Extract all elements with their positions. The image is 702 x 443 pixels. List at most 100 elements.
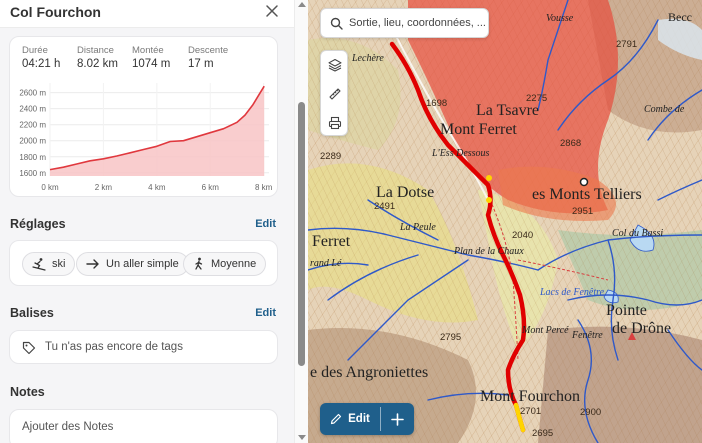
chip-activity[interactable]: ski bbox=[22, 252, 76, 276]
stat-label: Durée bbox=[22, 45, 48, 56]
map-label: 2795 bbox=[440, 332, 462, 343]
settings-edit-link[interactable]: Edit bbox=[255, 218, 276, 230]
print-icon bbox=[328, 116, 342, 130]
panel-header: Col Fourchon bbox=[0, 0, 294, 28]
map-label: 2275 bbox=[526, 93, 548, 104]
notes-placeholder: Ajouter des Notes bbox=[22, 421, 114, 433]
map-label: 2701 bbox=[520, 406, 542, 417]
panel-scrollbar[interactable] bbox=[294, 0, 308, 443]
stat-value: 17 m bbox=[188, 58, 214, 70]
route-title: Col Fourchon bbox=[10, 4, 101, 20]
map-label: e des Angroniettes bbox=[310, 364, 429, 381]
map-label: Ferret bbox=[312, 233, 351, 250]
map-label: 2951 bbox=[572, 206, 594, 217]
tags-placeholder: Tu n'as pas encore de tags bbox=[45, 341, 183, 353]
elevation-chart: 1600 m 1800 m 2000 m 2200 m 2400 m 2600 m 0 km… bbox=[19, 83, 273, 192]
search-placeholder: Sortie, lieu, coordonnées, ... bbox=[349, 17, 486, 29]
edit-label: Edit bbox=[348, 413, 370, 425]
plus-icon bbox=[391, 412, 404, 426]
map-label: es Monts Telliers bbox=[532, 186, 642, 203]
map-label: 2695 bbox=[532, 428, 554, 439]
layers-icon bbox=[328, 58, 342, 72]
map-label: 2289 bbox=[320, 151, 342, 162]
y-tick-label: 2000 m bbox=[19, 137, 46, 146]
tags-edit-link[interactable]: Edit bbox=[255, 307, 276, 319]
y-tick-label: 1800 m bbox=[19, 153, 46, 162]
stats-card: Durée 04:21 h Distance 8.02 km Montée 10… bbox=[9, 36, 278, 197]
scroll-up-icon[interactable] bbox=[298, 2, 306, 7]
map-label: Vousse bbox=[546, 13, 574, 24]
map-label: de Drône bbox=[612, 320, 672, 337]
tags-title: Balises bbox=[10, 306, 54, 320]
stat-distance: Distance 8.02 km bbox=[77, 45, 118, 70]
map-label: La Tsavre bbox=[476, 102, 539, 119]
x-tick-label: 0 km bbox=[41, 183, 59, 192]
ruler-icon bbox=[329, 88, 341, 100]
stat-descent: Descente 17 m bbox=[188, 45, 228, 70]
chip-route-type[interactable]: Un aller simple bbox=[76, 252, 189, 276]
close-icon[interactable] bbox=[264, 3, 280, 19]
chip-label: ski bbox=[52, 258, 66, 270]
y-tick-label: 1600 m bbox=[19, 169, 46, 178]
tags-field[interactable]: Tu n'as pas encore de tags bbox=[9, 330, 278, 364]
chip-label: Moyenne bbox=[211, 258, 257, 270]
x-tick-label: 4 km bbox=[148, 183, 166, 192]
map-label: Mont Ferret bbox=[440, 121, 517, 138]
map-label: 2900 bbox=[580, 407, 602, 418]
stat-value: 04:21 h bbox=[22, 58, 61, 70]
settings-card: ski Un aller simple Moyenne bbox=[9, 240, 278, 286]
map-label: rand Lé bbox=[310, 258, 342, 269]
x-tick-label: 2 km bbox=[95, 183, 113, 192]
map-label: 1698 bbox=[426, 98, 448, 109]
map-label: Fenêtre bbox=[572, 330, 603, 341]
arrow-right-icon bbox=[86, 259, 99, 269]
map-label: Lechère bbox=[352, 53, 384, 64]
topo-map[interactable]: Vousse Becc 2791 Lechère 1698 La Tsavre … bbox=[308, 0, 702, 443]
stat-label: Descente bbox=[188, 45, 229, 56]
pencil-icon bbox=[331, 413, 342, 425]
stat-value: 1074 m bbox=[132, 58, 171, 70]
stat-label: Distance bbox=[77, 45, 114, 56]
map-label: 2868 bbox=[560, 138, 582, 149]
map-label: Pointe bbox=[606, 302, 647, 319]
hiker-icon bbox=[195, 257, 203, 270]
map-label: Mont Fourchon bbox=[480, 388, 580, 405]
map-label: Lacs de Fenêtre bbox=[540, 287, 605, 298]
map-label: 2791 bbox=[616, 39, 638, 50]
scroll-thumb[interactable] bbox=[298, 102, 305, 366]
measure-button[interactable] bbox=[321, 80, 349, 108]
chip-difficulty[interactable]: Moyenne bbox=[183, 252, 267, 276]
route-edit-bar: Edit bbox=[320, 403, 414, 435]
print-button[interactable] bbox=[321, 109, 349, 137]
notes-field[interactable]: Ajouter des Notes bbox=[9, 409, 278, 443]
map-label: 2491 bbox=[374, 201, 396, 212]
settings-title: Réglages bbox=[10, 217, 66, 231]
y-tick-label: 2600 m bbox=[19, 89, 46, 98]
map-label: Plan de la Chaux bbox=[454, 246, 524, 257]
map-label: Col du Bassi bbox=[612, 228, 664, 239]
add-waypoint-button[interactable] bbox=[381, 403, 414, 435]
y-tick-label: 2400 m bbox=[19, 105, 46, 114]
map-label: La Dotse bbox=[376, 184, 435, 201]
ski-icon bbox=[32, 258, 46, 271]
scroll-down-icon[interactable] bbox=[298, 435, 306, 440]
edit-route-button[interactable]: Edit bbox=[320, 403, 380, 435]
map-search-input[interactable]: Sortie, lieu, coordonnées, ... bbox=[320, 8, 489, 38]
map-label: 2040 bbox=[512, 230, 534, 241]
map-toolbar bbox=[320, 50, 348, 136]
stat-duration: Durée 04:21 h bbox=[22, 45, 60, 70]
map-label: Mont Percé bbox=[522, 325, 569, 336]
stat-ascent: Montée 1074 m bbox=[132, 45, 170, 70]
search-icon bbox=[330, 17, 343, 30]
x-tick-label: 8 km bbox=[255, 183, 273, 192]
x-tick-label: 6 km bbox=[202, 183, 220, 192]
layers-button[interactable] bbox=[321, 51, 349, 79]
y-tick-label: 2200 m bbox=[19, 121, 46, 130]
stat-value: 8.02 km bbox=[77, 58, 118, 70]
route-panel: Col Fourchon Durée 04:21 h Distance 8.02… bbox=[0, 0, 294, 443]
stat-label: Montée bbox=[132, 45, 164, 56]
chip-label: Un aller simple bbox=[106, 258, 179, 270]
map-label: L'Ess Dessous bbox=[432, 148, 490, 159]
map-label: Combe de bbox=[644, 104, 685, 115]
tag-icon bbox=[22, 341, 36, 355]
